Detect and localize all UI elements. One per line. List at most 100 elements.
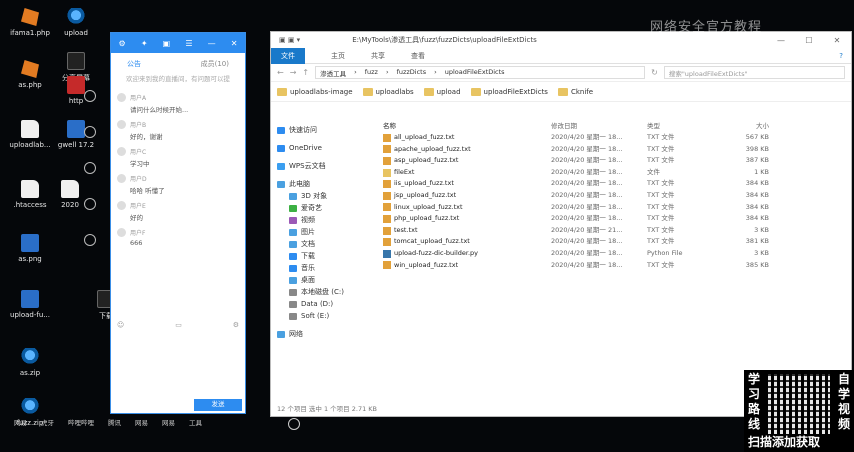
column-date[interactable]: 修改日期	[551, 120, 647, 132]
file-row[interactable]: upload-fuzz-dic-builder.py 2020/4/20 星期一 …	[383, 248, 847, 260]
file-row[interactable]: win_upload_fuzz.txt 2020/4/20 星期一 18... TX…	[383, 260, 847, 272]
tab-notice[interactable]: 公告	[127, 59, 141, 69]
minimize-button[interactable]: —	[767, 36, 795, 45]
close-button[interactable]: ✕	[823, 36, 851, 45]
quick-access-item[interactable]: uploadlabs	[362, 87, 414, 96]
taskbar-item[interactable]: 网易	[160, 417, 177, 427]
taskbar-item[interactable]: 网易	[133, 417, 150, 427]
music-icon[interactable]	[84, 198, 96, 210]
avatar[interactable]	[117, 120, 126, 129]
breadcrumb[interactable]: 渗透工具 › fuzz › fuzzDicts › uploadFileExtDicts	[315, 66, 646, 79]
desktop-icon[interactable]: as.zip	[4, 348, 56, 377]
quick-access-item[interactable]: uploadFileExtDicts	[470, 87, 548, 96]
gear-icon[interactable]: ⚙	[233, 321, 239, 329]
list-icon[interactable]: ☰	[185, 39, 192, 48]
nav-item[interactable]: 此电脑	[271, 178, 379, 190]
window-icon[interactable]: ▣	[163, 39, 171, 48]
nav-item[interactable]: 网络	[271, 328, 379, 340]
camera-icon[interactable]	[84, 126, 96, 138]
nav-item[interactable]: Data (D:)	[271, 298, 379, 310]
avatar[interactable]	[117, 201, 126, 210]
nav-item[interactable]: 视频	[271, 214, 379, 226]
power-icon[interactable]	[288, 418, 300, 430]
image-icon[interactable]: ▭	[175, 321, 182, 329]
column-name[interactable]: 名称	[383, 120, 551, 132]
up-icon[interactable]: ↑	[302, 68, 309, 77]
taskbar-item[interactable]: 腾讯	[106, 417, 123, 427]
nav-item[interactable]: 爱奇艺	[271, 202, 379, 214]
column-type[interactable]: 类型	[647, 120, 717, 132]
nav-item[interactable]: Soft (E:)	[271, 310, 379, 322]
forward-icon[interactable]: →	[290, 68, 297, 77]
nav-item[interactable]: 3D 对象	[271, 190, 379, 202]
file-row[interactable]: iis_upload_fuzz.txt 2020/4/20 星期一 18... TX…	[383, 178, 847, 190]
folder-icon	[470, 87, 481, 96]
taskbar-item[interactable]: 哔哩哔哩	[66, 417, 96, 427]
settings-icon[interactable]: ⚙	[119, 39, 126, 48]
avatar[interactable]	[117, 174, 126, 183]
maximize-button[interactable]: ☐	[795, 36, 823, 45]
column-size[interactable]: 大小	[717, 120, 769, 132]
quick-access-item[interactable]: upload	[423, 87, 461, 96]
file-row[interactable]: jsp_upload_fuzz.txt 2020/4/20 星期一 18... TX…	[383, 190, 847, 202]
help-icon[interactable]: ?	[839, 52, 843, 60]
quick-access-toolbar-icon[interactable]: ▣ ▣ ▾	[279, 36, 300, 44]
file-row[interactable]: linux_upload_fuzz.txt 2020/4/20 星期一 18...…	[383, 202, 847, 214]
desktop-icon[interactable]: upload-fu...	[4, 290, 56, 319]
mic-icon[interactable]	[84, 90, 96, 102]
taskbar-item[interactable]: 网易	[12, 417, 29, 427]
taskbar-item[interactable]: 工具	[187, 417, 204, 427]
desktop-icon[interactable]: upload	[50, 8, 102, 37]
file-row[interactable]: all_upload_fuzz.txt 2020/4/20 星期一 18... TX…	[383, 132, 847, 144]
tab-members[interactable]: 成员(10)	[201, 59, 229, 69]
desktop-icon[interactable]: ifama1.php	[4, 8, 56, 37]
pin-icon[interactable]: ✦	[141, 39, 148, 48]
nav-item[interactable]: 图片	[271, 226, 379, 238]
breadcrumb-item[interactable]: 渗透工具	[320, 68, 346, 78]
nav-item[interactable]: 桌面	[271, 274, 379, 286]
nav-item[interactable]: 文档	[271, 238, 379, 250]
desktop-icon-label: as.zip	[19, 369, 41, 377]
nav-item[interactable]: WPS云文档	[271, 160, 379, 172]
qr-code[interactable]	[768, 374, 830, 434]
tab-home[interactable]: 主页	[331, 51, 345, 61]
hand-icon[interactable]	[84, 162, 96, 174]
search-input[interactable]: 搜索"uploadFileExtDicts"	[663, 66, 845, 79]
nav-item[interactable]: 下载	[271, 250, 379, 262]
nav-item[interactable]: 音乐	[271, 262, 379, 274]
file-row[interactable]: fileExt 2020/4/20 星期一 18... 文件 1 KB	[383, 167, 847, 179]
nav-item[interactable]: OneDrive	[271, 142, 379, 154]
desktop-icon[interactable]: uploadlab...	[4, 120, 56, 149]
breadcrumb-item[interactable]: uploadFileExtDicts	[445, 68, 505, 77]
file-row[interactable]: apache_upload_fuzz.txt 2020/4/20 星期一 18..…	[383, 144, 847, 156]
emoji-icon[interactable]: ☺	[117, 321, 124, 329]
close-icon[interactable]: ✕	[231, 39, 238, 48]
avatar[interactable]	[117, 93, 126, 102]
quick-access-item[interactable]: uploadlabs-image	[277, 87, 353, 96]
avatar[interactable]	[117, 147, 126, 156]
breadcrumb-item[interactable]: fuzzDicts	[397, 68, 427, 77]
desktop-icon[interactable]: as.php	[4, 60, 56, 89]
refresh-icon[interactable]: ↻	[651, 68, 658, 77]
minimize-icon[interactable]: —	[208, 39, 216, 48]
taskbar-item[interactable]: 虎牙	[39, 417, 56, 427]
send-button[interactable]: 发送	[194, 399, 242, 411]
chat-window: ⚙ ✦ ▣ ☰ — ✕ 公告 成员(10) 欢迎来到我的直播间，有问题可以提 用…	[110, 32, 246, 414]
nav-item[interactable]: 快速访问	[271, 124, 379, 136]
desktop-icon[interactable]: as.png	[4, 234, 56, 263]
file-row[interactable]: php_upload_fuzz.txt 2020/4/20 星期一 18... TX…	[383, 213, 847, 225]
file-row[interactable]: asp_upload_fuzz.txt 2020/4/20 星期一 18... TX…	[383, 155, 847, 167]
tab-share[interactable]: 共享	[371, 51, 385, 61]
quick-access-item[interactable]: Cknife	[557, 87, 593, 96]
back-icon[interactable]: ←	[277, 68, 284, 77]
tab-view[interactable]: 查看	[411, 51, 425, 61]
breadcrumb-item[interactable]: fuzz	[365, 68, 378, 77]
file-row[interactable]: test.txt 2020/4/20 星期一 21... TXT 文件 3 KB	[383, 225, 847, 237]
nav-item-icon	[277, 330, 285, 338]
txt-file-icon	[383, 145, 391, 154]
avatar[interactable]	[117, 228, 126, 237]
tab-file[interactable]: 文件	[271, 47, 305, 64]
close-icon[interactable]	[84, 234, 96, 246]
nav-item[interactable]: 本地磁盘 (C:)	[271, 286, 379, 298]
file-row[interactable]: tomcat_upload_fuzz.txt 2020/4/20 星期一 18..…	[383, 236, 847, 248]
